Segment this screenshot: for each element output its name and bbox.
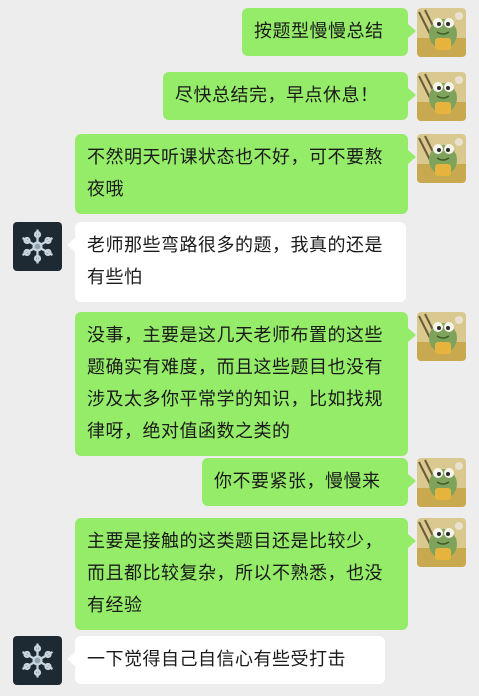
message-bubble[interactable]: 尽快总结完，早点休息！ xyxy=(163,72,408,120)
message-text: 按题型慢慢总结 xyxy=(254,21,384,42)
message-bubble[interactable]: 主要是接触的这类题目还是比较少，而且都比较复杂，所以不熟悉，也没有经验 xyxy=(75,518,408,630)
message-row: 老师那些弯路很多的题，我真的还是有些怕 xyxy=(0,222,479,302)
message-row: 没事，主要是这几天老师布置的这些题确实有难度，而且这些题目也没有涉及太多你平常学… xyxy=(0,312,479,456)
frog-avatar[interactable] xyxy=(417,458,466,507)
message-text: 没事，主要是这几天老师布置的这些题确实有难度，而且这些题目也没有涉及太多你平常学… xyxy=(87,325,383,442)
message-bubble[interactable]: 一下觉得自己自信心有些受打击 xyxy=(75,636,385,684)
message-text: 主要是接触的这类题目还是比较少，而且都比较复杂，所以不熟悉，也没有经验 xyxy=(87,531,383,616)
frog-avatar[interactable] xyxy=(417,312,466,361)
message-row: 按题型慢慢总结 xyxy=(0,8,479,58)
snowflake-avatar[interactable] xyxy=(13,222,62,271)
message-row: 不然明天听课状态也不好，可不要熬夜哦 xyxy=(0,134,479,214)
message-text: 不然明天听课状态也不好，可不要熬夜哦 xyxy=(87,147,383,200)
frog-avatar[interactable] xyxy=(417,72,466,121)
message-bubble[interactable]: 按题型慢慢总结 xyxy=(242,8,408,56)
message-row: 你不要紧张，慢慢来 xyxy=(0,458,479,508)
frog-avatar[interactable] xyxy=(417,134,466,183)
frog-avatar[interactable] xyxy=(417,518,466,567)
frog-avatar[interactable] xyxy=(417,8,466,57)
snowflake-avatar[interactable] xyxy=(13,636,62,685)
message-bubble[interactable]: 不然明天听课状态也不好，可不要熬夜哦 xyxy=(75,134,408,214)
message-text: 老师那些弯路很多的题，我真的还是有些怕 xyxy=(87,235,383,288)
message-bubble[interactable]: 没事，主要是这几天老师布置的这些题确实有难度，而且这些题目也没有涉及太多你平常学… xyxy=(75,312,408,456)
message-row: 一下觉得自己自信心有些受打击 xyxy=(0,636,479,688)
message-text: 尽快总结完，早点休息！ xyxy=(175,85,379,106)
message-text: 你不要紧张，慢慢来 xyxy=(214,471,381,492)
message-text: 一下觉得自己自信心有些受打击 xyxy=(87,649,346,670)
message-bubble[interactable]: 你不要紧张，慢慢来 xyxy=(202,458,408,506)
message-row: 尽快总结完，早点休息！ xyxy=(0,72,479,122)
message-bubble[interactable]: 老师那些弯路很多的题，我真的还是有些怕 xyxy=(75,222,406,302)
message-row: 主要是接触的这类题目还是比较少，而且都比较复杂，所以不熟悉，也没有经验 xyxy=(0,518,479,630)
